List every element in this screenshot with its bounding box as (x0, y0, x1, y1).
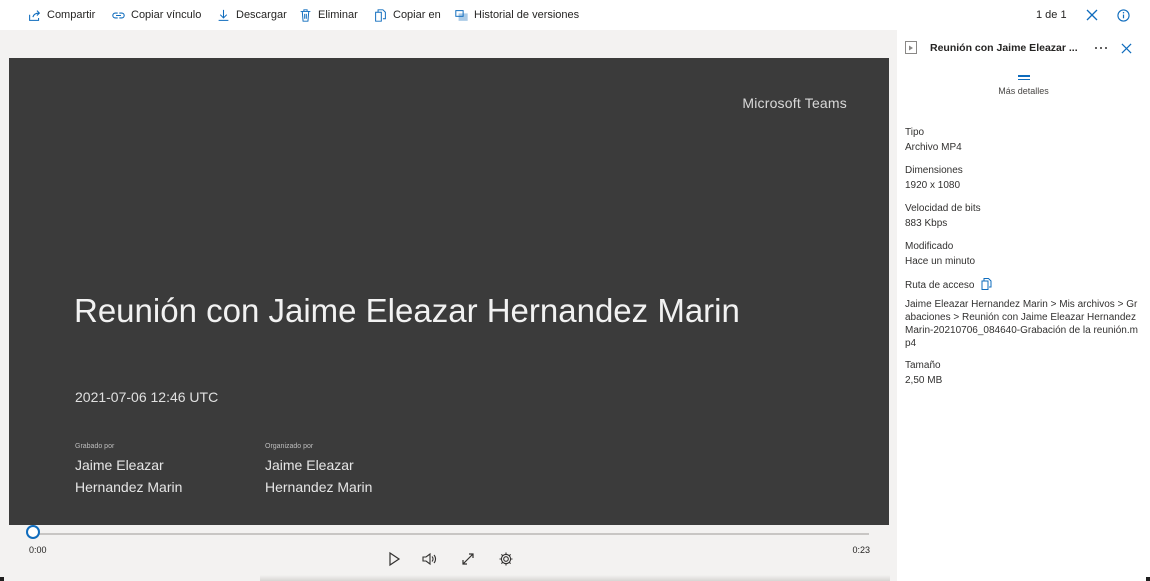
total-time: 0:23 (852, 545, 870, 555)
prop-size-value: 2,50 MB (905, 375, 943, 386)
drag-handle-icon (1017, 75, 1030, 80)
download-button[interactable]: Descargar (217, 7, 287, 23)
download-label: Descargar (236, 9, 287, 21)
prop-bitrate-value: 883 Kbps (905, 218, 948, 229)
prop-type: Tipo Archivo MP4 (905, 126, 1145, 155)
prop-path-header: Ruta de acceso (905, 278, 1145, 295)
copy-to-button[interactable]: Copiar en (374, 7, 441, 23)
prop-path-label: Ruta de acceso (905, 280, 975, 291)
volume-button[interactable] (421, 551, 439, 569)
window-corner (0, 577, 4, 581)
prop-bitrate: Velocidad de bits 883 Kbps (905, 202, 1145, 231)
share-button[interactable]: Compartir (28, 7, 95, 23)
video-date: 2021-07-06 12:46 UTC (75, 389, 219, 405)
media-viewer: Microsoft Teams Reunión con Jaime Eleaza… (0, 30, 897, 581)
copy-link-label: Copiar vínculo (131, 9, 202, 21)
info-button[interactable] (1116, 7, 1130, 23)
video-title: Reunión con Jaime Eleazar Hernandez Mari… (74, 292, 740, 329)
info-icon (1116, 8, 1130, 22)
prop-modified-value: Hace un minuto (905, 256, 976, 267)
current-time: 0:00 (29, 545, 47, 555)
close-details-button[interactable] (1119, 41, 1133, 55)
prop-path-value: Jaime Eleazar Hernandez Marin > Mis arch… (905, 299, 1138, 349)
brand-watermark: Microsoft Teams (742, 95, 847, 111)
play-button[interactable] (386, 551, 404, 569)
more-details-label: Más detalles (998, 86, 1049, 96)
close-viewer-button[interactable] (1085, 7, 1099, 23)
delete-label: Eliminar (318, 9, 358, 21)
details-header: Reunión con Jaime Eleazar ... (905, 40, 1142, 58)
fullscreen-icon (462, 553, 474, 565)
seek-thumb[interactable] (26, 525, 40, 539)
close-icon (1086, 9, 1098, 21)
page-indicator: 1 de 1 (1036, 7, 1067, 23)
prop-size: Tamaño 2,50 MB (905, 359, 1145, 388)
properties-list: Tipo Archivo MP4 Dimensiones 1920 x 1080… (905, 126, 1145, 397)
share-label: Compartir (47, 9, 96, 21)
prop-path: Ruta de acceso Jaime Eleazar Hernandez M… (905, 278, 1145, 350)
download-icon (218, 9, 229, 21)
copy-path-button[interactable] (981, 278, 992, 295)
prop-modified: Modificado Hace un minuto (905, 240, 1145, 269)
details-file-title: Reunión con Jaime Eleazar ... (930, 42, 1078, 54)
command-bar: Compartir Copiar vínculo Descargar Elimi… (0, 0, 1150, 30)
more-details-toggle[interactable]: Más detalles (897, 75, 1150, 96)
more-options-button[interactable] (1093, 40, 1109, 56)
organizer: Organizado por Jaime Eleazar Hernandez M… (265, 443, 415, 498)
prop-type-value: Archivo MP4 (905, 142, 962, 153)
copy-link-button[interactable]: Copiar vínculo (112, 7, 201, 23)
copy-to-icon (375, 8, 386, 22)
share-icon (29, 9, 41, 21)
prop-bitrate-label: Velocidad de bits (905, 203, 981, 214)
volume-icon (422, 552, 437, 566)
copy-to-label: Copiar en (393, 9, 441, 21)
delete-button[interactable]: Eliminar (299, 7, 358, 23)
link-icon (112, 12, 125, 18)
close-icon (1120, 42, 1132, 54)
prop-dimensions-label: Dimensiones (905, 165, 963, 176)
settings-icon (499, 552, 513, 566)
delete-icon (300, 8, 311, 22)
video-file-icon (905, 41, 917, 54)
recorded-by: Grabado por Jaime Eleazar Hernandez Mari… (75, 443, 225, 498)
prop-type-label: Tipo (905, 127, 925, 138)
fullscreen-button[interactable] (460, 551, 478, 569)
organizer-name: Jaime Eleazar Hernandez Marin (265, 457, 373, 495)
prop-dimensions-value: 1920 x 1080 (905, 180, 961, 191)
prop-modified-label: Modificado (905, 241, 954, 252)
prop-size-label: Tamaño (905, 360, 941, 371)
copy-icon (981, 278, 992, 290)
version-history-label: Historial de versiones (474, 9, 580, 21)
organizer-label: Organizado por (265, 443, 314, 450)
player-controls: 0:00 0:23 (9, 525, 889, 581)
more-icon (1095, 47, 1107, 49)
video-frame[interactable]: Microsoft Teams Reunión con Jaime Eleaza… (9, 58, 889, 525)
bottom-shadow (260, 575, 890, 581)
prop-dimensions: Dimensiones 1920 x 1080 (905, 164, 1145, 193)
window-corner (1146, 577, 1150, 581)
play-icon (389, 551, 401, 567)
recorded-by-name: Jaime Eleazar Hernandez Marin (75, 457, 183, 495)
page-indicator-text: 1 de 1 (1036, 9, 1067, 21)
version-history-button[interactable]: Historial de versiones (455, 7, 579, 23)
recorded-by-label: Grabado por (75, 443, 115, 450)
settings-button[interactable] (498, 551, 516, 569)
details-pane: Reunión con Jaime Eleazar ... Más detall… (897, 30, 1150, 581)
version-history-icon (455, 9, 468, 21)
seek-bar[interactable] (31, 533, 869, 535)
